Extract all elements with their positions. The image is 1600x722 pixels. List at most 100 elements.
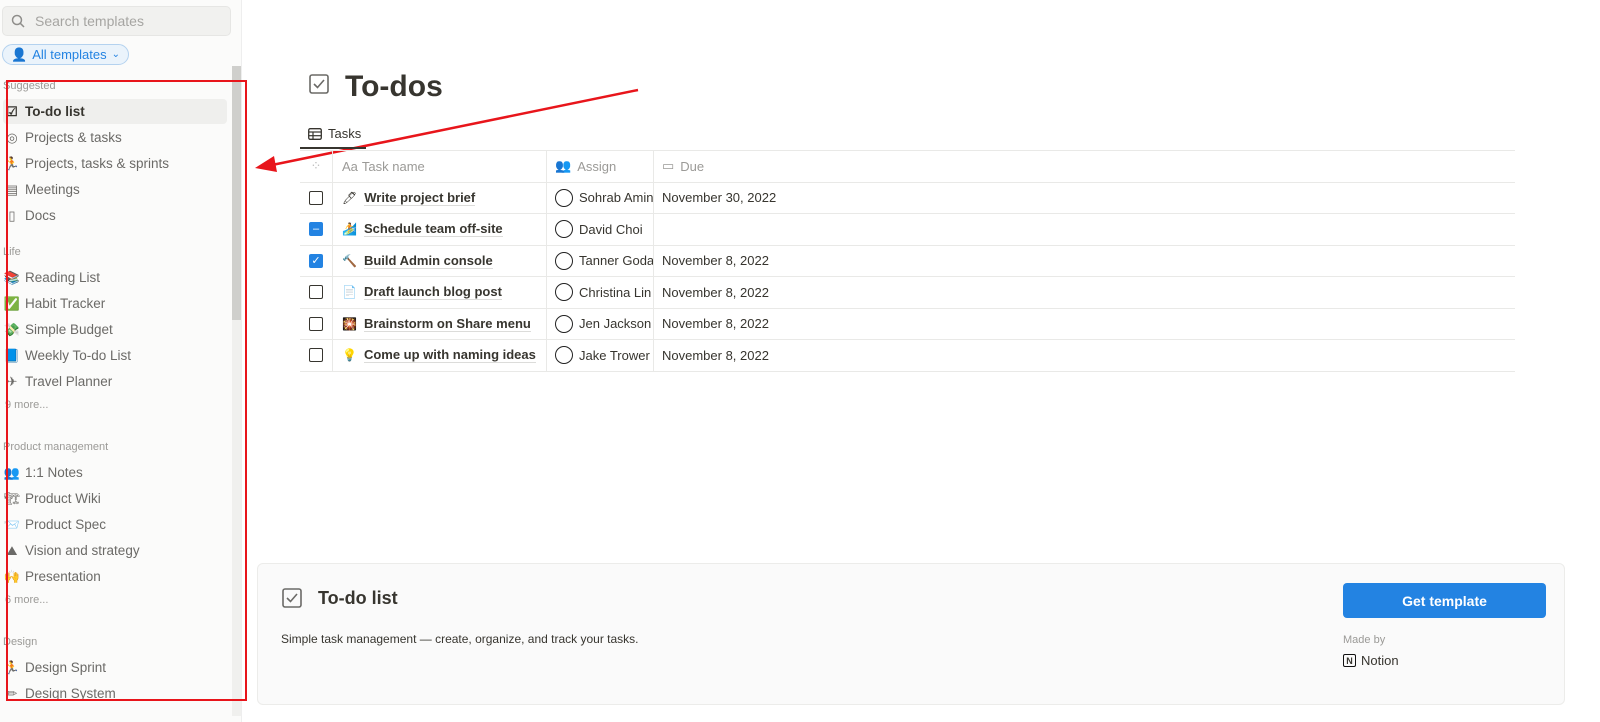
column-label: Task name [361,158,425,174]
sidebar-item[interactable]: 💸 Simple Budget [3,317,227,342]
sidebar-item-label: Design Sprint [25,660,107,675]
task-name[interactable]: Write project brief [364,190,476,206]
tab-tasks[interactable]: Tasks [300,120,366,149]
template-icon: 📨 [3,516,21,532]
search-placeholder: Search templates [35,13,144,29]
tab-label: Tasks [328,126,362,141]
task-name[interactable]: Brainstorm on Share menu [363,316,531,332]
scrollbar-thumb[interactable] [232,66,241,320]
column-due[interactable]: ▭ Due [654,151,1515,182]
template-icon: ◎ [6,129,18,145]
calendar-icon: ▭ [662,158,675,174]
table-icon [308,127,322,140]
sidebar-item[interactable]: ▤ Meetings [3,177,227,202]
sidebar-item[interactable]: ✅ Habit Tracker [3,291,227,316]
template-icon: 🏃 [3,659,21,675]
search-icon [11,14,25,28]
checkbox-icon [309,74,329,94]
template-sidebar: Search templates 👤 All templates ⌄ Sugge… [0,0,242,722]
column-label: Due [680,158,705,174]
template-icon: 💸 [3,321,21,337]
sidebar-item-label: Travel Planner [25,374,113,389]
sidebar-item-label: 1:1 Notes [25,465,83,480]
sidebar-item[interactable]: ✏ Design System [3,681,227,706]
table-row[interactable]: 🖊 Write project brief Sohrab Amin November … [300,182,1515,214]
sidebar-item[interactable]: 🏃 Design Sprint [3,655,227,680]
sidebar-item-label: Projects, tasks & sprints [25,156,170,171]
avatar [555,283,573,302]
sidebar-item-label: To-do list [25,104,85,119]
assignee: Christina Lin [579,284,652,300]
sidebar-item[interactable]: 🏃 Projects, tasks & sprints [3,151,227,176]
due-date: November 8, 2022 [662,316,769,332]
show-more-link[interactable]: 6 more... [5,594,48,606]
sidebar-item[interactable]: 📘 Weekly To-do List [3,343,227,368]
checkbox[interactable] [309,316,323,331]
task-name[interactable]: Draft launch blog post [363,284,502,301]
sidebar-item-label: Presentation [25,569,101,584]
task-icon: 🔨 [342,253,357,268]
due-date: November 30, 2022 [662,190,777,206]
column-task-name[interactable]: Aa Task name [333,151,547,182]
template-icon: 🏗 [3,490,21,506]
sidebar-item[interactable]: 📨 Product Spec [3,512,227,537]
assignee: Jake Trower [579,347,650,363]
section-heading: Suggested [3,80,56,92]
notion-logo-icon: N [1343,654,1356,667]
table-row[interactable]: ✓ 🔨 Build Admin console Tanner Godar Novembe… [300,245,1515,277]
task-name[interactable]: Schedule team off-site [363,221,503,238]
sidebar-item[interactable]: ⛰ Vision and strategy [3,538,227,563]
task-name[interactable]: Come up with naming ideas [363,347,536,364]
sidebar-item[interactable]: ☑ To-do list [3,99,227,124]
template-icon: ✏ [6,685,18,701]
checkbox[interactable] [309,190,323,205]
sidebar-item[interactable]: 🙌 Presentation [3,564,227,589]
sidebar-item[interactable]: 👥 1:1 Notes [3,460,227,485]
sidebar-item-label: Simple Budget [25,322,113,337]
task-icon: 🖊 [342,190,358,205]
checkbox-indeterminate[interactable]: – [309,222,323,237]
sidebar-item-label: Projects & tasks [25,130,122,145]
due-date: November 8, 2022 [662,253,769,269]
assignee: Jen Jackson [579,316,652,332]
assignee: David Choi [579,221,643,237]
text-type-icon: Aa [342,158,358,174]
checkbox[interactable] [309,285,323,300]
maker[interactable]: N Notion [1343,653,1399,668]
all-templates-filter[interactable]: 👤 All templates ⌄ [2,44,129,65]
template-icon: 📘 [3,347,21,363]
template-info-card: To-do list Simple task management — crea… [257,563,1565,705]
table-row[interactable]: 💡 Come up with naming ideas Jake Trower Nov… [300,340,1515,372]
person-icon: 👤 [11,46,28,62]
section-heading: Product management [3,441,109,453]
show-more-link[interactable]: 9 more... [5,399,48,411]
maker-name: Notion [1361,653,1399,668]
sidebar-item[interactable]: ◎ Projects & tasks [3,125,227,150]
search-input[interactable]: Search templates [2,6,231,36]
section-heading: Design [3,636,38,648]
template-icon: ⛰ [6,542,18,558]
table-row[interactable]: 🎇 Brainstorm on Share menu Jen Jackson Nove… [300,308,1515,340]
template-icon: ▤ [5,181,19,197]
task-icon: 💡 [342,348,357,363]
template-icon: 👥 [3,464,21,480]
sidebar-item[interactable]: ✈ Travel Planner [3,369,227,394]
section-heading: Life [3,246,21,258]
sidebar-item[interactable]: 📚 Reading List [3,265,227,290]
due-date: November 8, 2022 [662,347,769,363]
checkbox-checked[interactable]: ✓ [309,253,323,268]
filter-label: All templates [32,47,107,62]
table-row[interactable]: 📄 Draft launch blog post Christina Lin Nove… [300,277,1515,309]
sidebar-item-label: Design System [25,686,116,701]
column-assign[interactable]: 👥 Assign [547,151,654,182]
sidebar-item-label: Weekly To-do List [25,348,132,363]
made-by-label: Made by [1343,634,1386,646]
table-row[interactable]: – 🏄 Schedule team off-site David Choi [300,214,1515,246]
assignee: Sohrab Amin [579,190,654,206]
sidebar-item[interactable]: ▯ Docs [3,203,227,228]
loading-icon: ⁘ [310,158,322,174]
sidebar-item[interactable]: 🏗 Product Wiki [3,486,227,511]
checkbox[interactable] [309,348,323,363]
task-name[interactable]: Build Admin console [363,253,493,269]
get-template-button[interactable]: Get template [1343,583,1546,618]
